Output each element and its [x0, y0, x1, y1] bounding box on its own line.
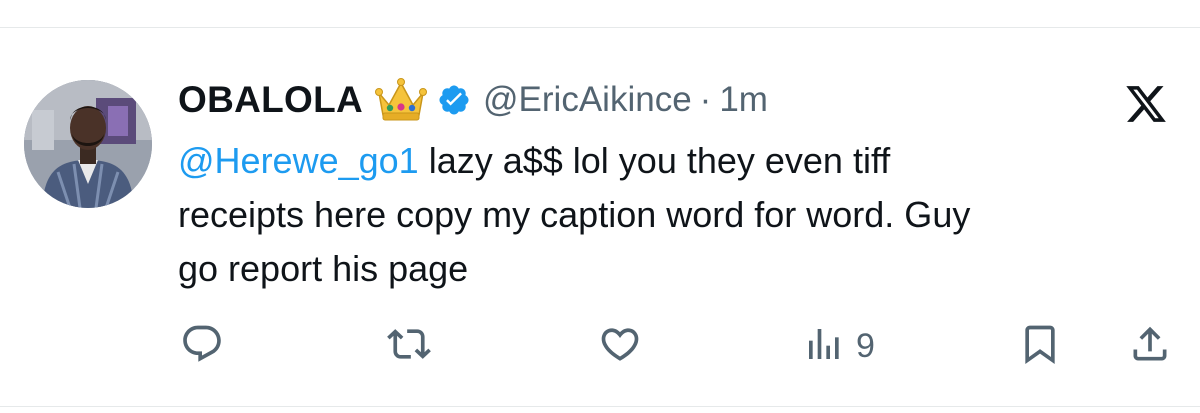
like-button[interactable] — [597, 322, 643, 370]
tweet-text-line-3: go report his page — [178, 248, 469, 289]
user-handle[interactable]: @EricAikince — [483, 80, 692, 120]
retweet-icon — [385, 322, 433, 371]
reply-button[interactable] — [180, 322, 224, 370]
retweet-button[interactable] — [385, 322, 433, 370]
avatar[interactable] — [24, 80, 152, 208]
views-button[interactable]: 9 — [804, 322, 875, 370]
bottom-divider — [0, 406, 1200, 407]
display-name[interactable]: OBALOLA — [178, 79, 363, 121]
separator-dot: · — [699, 80, 712, 119]
top-divider — [0, 27, 1200, 28]
tweet-text: @Herewe_go1 lazy a$$ lol you they even t… — [178, 134, 1168, 296]
mention-link[interactable]: @Herewe_go1 — [178, 140, 419, 181]
share-icon — [1128, 322, 1172, 371]
views-bar-icon — [804, 324, 844, 369]
action-bar: 9 — [0, 318, 1200, 374]
share-button[interactable] — [1128, 322, 1172, 370]
tweet-text-line-2: receipts here copy my caption word for w… — [178, 194, 971, 235]
tweet-header: OBALOLA @EricAikince · 1m — [178, 74, 1168, 126]
x-logo-icon — [1124, 82, 1168, 126]
avatar-photo — [24, 80, 152, 208]
verified-badge-icon — [437, 83, 471, 117]
heart-icon — [597, 322, 643, 371]
views-count: 9 — [856, 326, 875, 365]
bookmark-icon — [1018, 322, 1062, 371]
tweet-text-line-1: lazy a$$ lol you they even tiff — [418, 140, 891, 181]
reply-icon — [180, 322, 224, 371]
tweet-content: OBALOLA @EricAikince · 1m @Herewe_go1 la — [178, 74, 1168, 296]
bookmark-button[interactable] — [1018, 322, 1062, 370]
timestamp[interactable]: 1m — [719, 80, 768, 120]
crown-emoji-icon — [375, 77, 428, 123]
